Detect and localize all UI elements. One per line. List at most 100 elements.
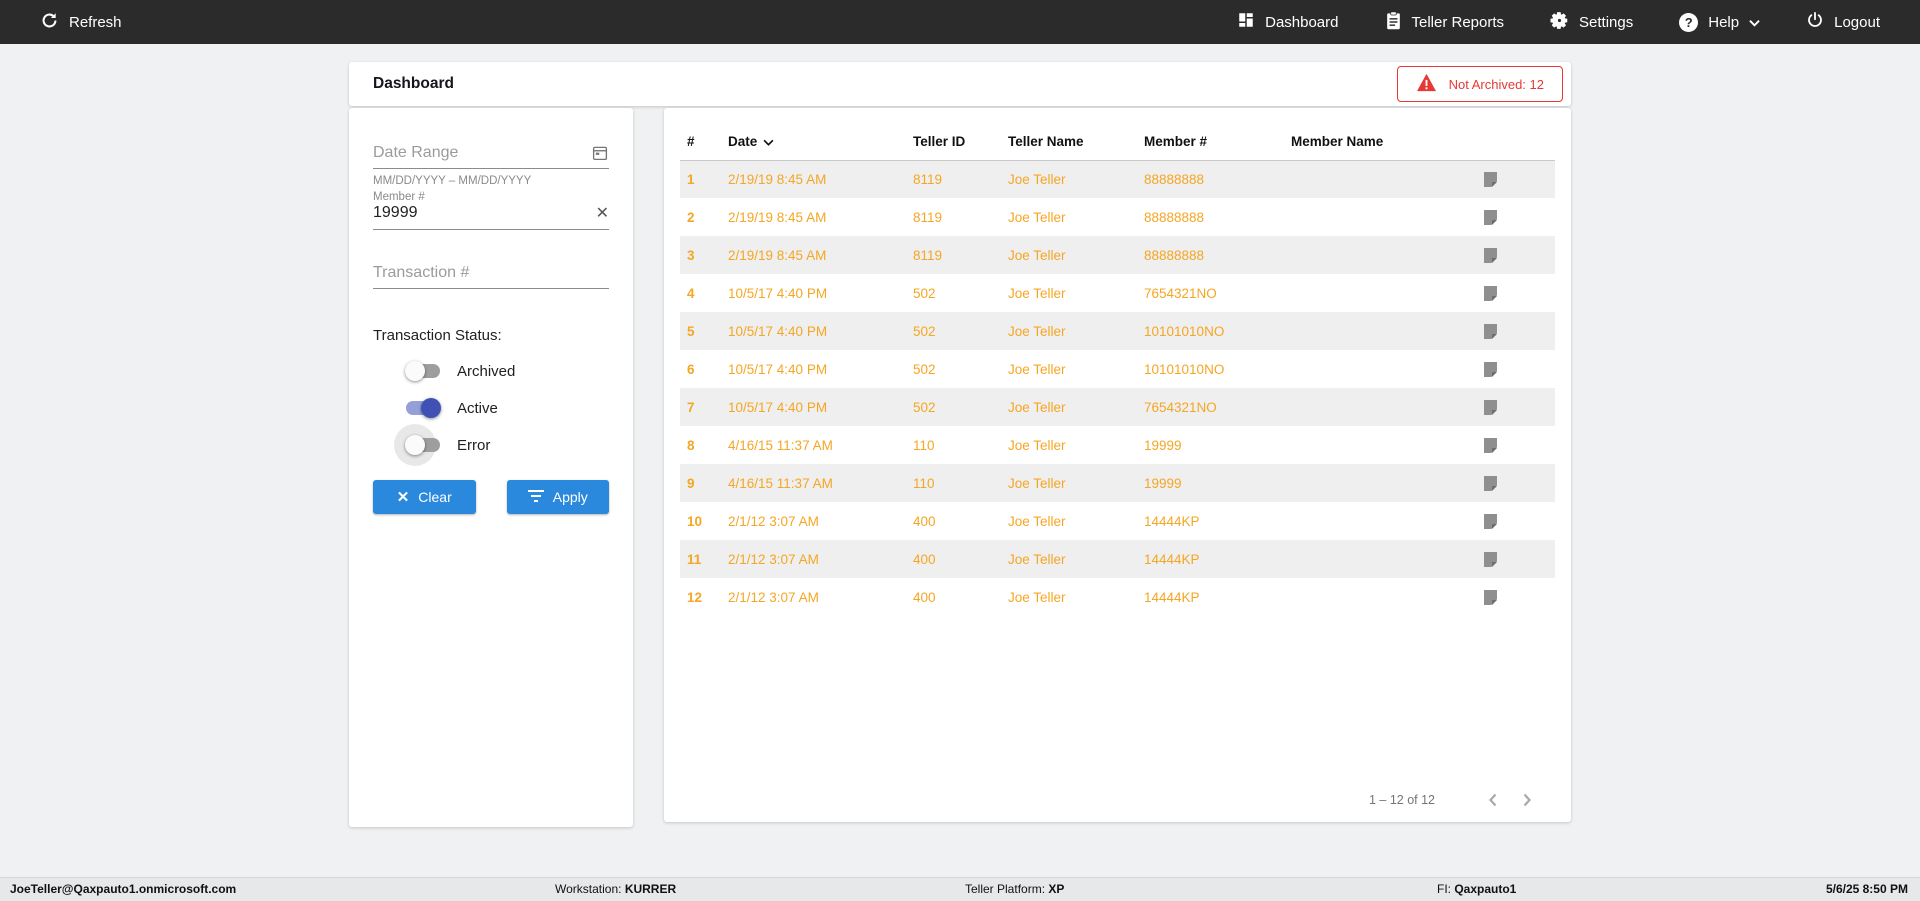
page-header-card: Dashboard Not Archived: 12 [349,62,1571,106]
cell-date: 10/5/17 4:40 PM [728,323,828,339]
column-header-teller-id[interactable]: Teller ID [907,124,1002,161]
cell-date: 2/19/19 8:45 AM [728,171,827,187]
help-circle-icon: ? [1679,12,1699,32]
column-header-member-number[interactable]: Member # [1138,124,1285,161]
refresh-button[interactable]: Refresh [40,11,122,34]
cell-teller-name: Joe Teller [1008,437,1066,453]
nav-settings[interactable]: Settings [1550,11,1633,34]
error-toggle[interactable] [394,424,441,466]
refresh-label: Refresh [69,13,122,31]
apply-button[interactable]: Apply [506,480,609,514]
not-archived-badge[interactable]: Not Archived: 12 [1396,66,1563,102]
note-icon[interactable] [1483,475,1497,491]
cell-member-name [1285,198,1425,236]
cell-member-name [1285,464,1425,502]
filter-panel: MM/DD/YYYY – MM/DD/YYYY Member # ✕ Trans… [349,108,633,827]
table-row[interactable]: 11 2/1/12 3:07 AM 400 Joe Teller 14444KP [680,540,1555,578]
note-icon[interactable] [1483,323,1497,339]
note-icon[interactable] [1483,209,1497,225]
column-header-number[interactable]: # [680,124,722,161]
cell-member-number: 14444KP [1144,551,1200,567]
cell-teller-name: Joe Teller [1008,209,1066,225]
cell-date: 4/16/15 11:37 AM [728,475,833,491]
row-number: 7 [687,399,695,415]
column-header-member-name[interactable]: Member Name [1285,124,1425,161]
cell-date: 2/1/12 3:07 AM [728,551,819,567]
table-row[interactable]: 7 10/5/17 4:40 PM 502 Joe Teller 7654321… [680,388,1555,426]
table-row[interactable]: 2 2/19/19 8:45 AM 8119 Joe Teller 888888… [680,198,1555,236]
calendar-icon[interactable] [591,144,609,162]
member-number-input[interactable] [373,204,596,222]
column-header-note [1425,124,1555,161]
date-range-format-hint: MM/DD/YYYY – MM/DD/YYYY [373,175,532,187]
nav-teller-reports[interactable]: Teller Reports [1385,10,1505,34]
clipboard-icon [1385,10,1402,34]
cell-teller-name: Joe Teller [1008,513,1066,529]
nav-help[interactable]: ? Help [1679,12,1760,32]
note-icon[interactable] [1483,437,1497,453]
cell-date: 4/16/15 11:37 AM [728,437,833,453]
logged-in-user: JoeTeller@Qaxpauto1.onmicrosoft.com [10,882,237,896]
cell-teller-name: Joe Teller [1008,361,1066,377]
cell-member-name [1285,236,1425,274]
clear-x-icon: ✕ [396,489,410,506]
power-icon [1806,11,1824,33]
status-row-error: Error [394,424,609,466]
cell-member-name [1285,540,1425,578]
note-icon[interactable] [1483,589,1497,605]
cell-member-number: 14444KP [1144,513,1200,529]
table-row[interactable]: 9 4/16/15 11:37 AM 110 Joe Teller 19999 [680,464,1555,502]
nav-help-label: Help [1708,13,1740,31]
top-nav-menu: Dashboard Teller Reports Settings ? Help [1237,10,1880,34]
row-number: 6 [687,361,695,377]
cell-teller-name: Joe Teller [1008,589,1066,605]
cell-teller-id: 8119 [913,209,943,225]
workstation-info: Workstation: KURRER [555,882,677,896]
table-row[interactable]: 4 10/5/17 4:40 PM 502 Joe Teller 7654321… [680,274,1555,312]
nav-dashboard[interactable]: Dashboard [1237,11,1339,33]
clear-button[interactable]: ✕ Clear [373,480,476,514]
cell-member-number: 10101010NO [1144,361,1225,377]
cell-teller-name: Joe Teller [1008,247,1066,263]
table-row[interactable]: 10 2/1/12 3:07 AM 400 Joe Teller 14444KP [680,502,1555,540]
table-row[interactable]: 12 2/1/12 3:07 AM 400 Joe Teller 14444KP [680,578,1555,616]
transaction-status-label: Transaction Status: [373,327,502,344]
column-header-teller-name[interactable]: Teller Name [1002,124,1138,161]
table-row[interactable]: 5 10/5/17 4:40 PM 502 Joe Teller 1010101… [680,312,1555,350]
cell-teller-id: 502 [913,285,936,301]
note-icon[interactable] [1483,513,1497,529]
row-number: 4 [687,285,695,301]
cell-date: 10/5/17 4:40 PM [728,361,828,377]
clear-member-icon[interactable]: ✕ [596,203,609,223]
column-header-date[interactable]: Date [722,124,907,161]
note-icon[interactable] [1483,247,1497,263]
active-toggle[interactable] [405,398,441,418]
row-number: 10 [687,513,703,529]
note-icon[interactable] [1483,361,1497,377]
table-row[interactable]: 6 10/5/17 4:40 PM 502 Joe Teller 1010101… [680,350,1555,388]
nav-logout[interactable]: Logout [1806,11,1880,33]
nav-teller-reports-label: Teller Reports [1411,13,1505,31]
table-row[interactable]: 3 2/19/19 8:45 AM 8119 Joe Teller 888888… [680,236,1555,274]
note-icon[interactable] [1483,399,1497,415]
cell-teller-id: 502 [913,399,936,415]
note-icon[interactable] [1483,172,1497,188]
transaction-number-input[interactable] [373,264,609,282]
row-number: 11 [687,551,702,567]
gear-icon [1550,11,1569,34]
note-icon[interactable] [1483,551,1497,567]
cell-member-number: 10101010NO [1144,323,1225,339]
date-range-input[interactable] [373,144,591,162]
previous-page-button[interactable] [1485,792,1501,808]
cell-member-name [1285,502,1425,540]
archived-toggle[interactable] [405,361,441,381]
next-page-button[interactable] [1519,792,1535,808]
cell-date: 10/5/17 4:40 PM [728,399,828,415]
cell-teller-id: 8119 [913,247,943,263]
note-icon[interactable] [1483,285,1497,301]
table-row[interactable]: 1 2/19/19 8:45 AM 8119 Joe Teller 888888… [680,160,1555,198]
nav-logout-label: Logout [1834,13,1880,31]
table-row[interactable]: 8 4/16/15 11:37 AM 110 Joe Teller 19999 [680,426,1555,464]
cell-member-number: 19999 [1144,437,1182,453]
sort-chevron-down-icon [763,134,774,149]
